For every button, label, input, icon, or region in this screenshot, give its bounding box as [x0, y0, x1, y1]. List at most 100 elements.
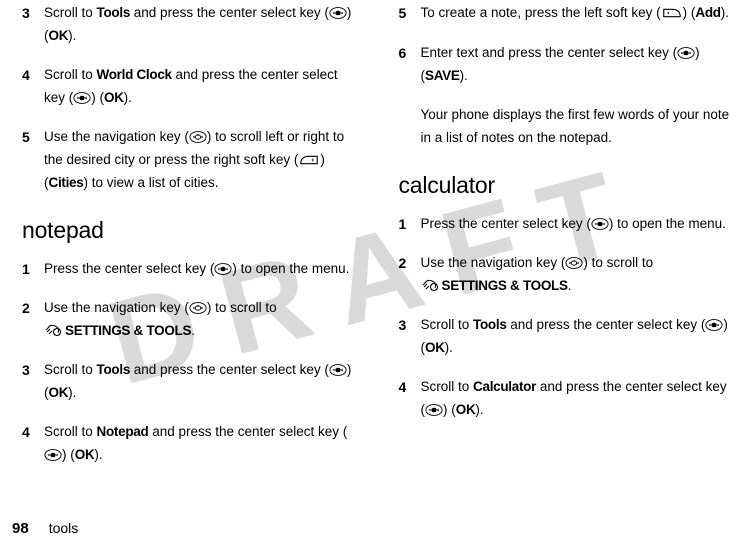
text: and press the center select key ( [130, 362, 329, 377]
step-body: Use the navigation key ( ) to scroll to S… [421, 252, 732, 298]
page-number: 98 [12, 516, 29, 542]
step-number: 2 [399, 252, 421, 298]
step-number: 4 [399, 376, 421, 422]
center-select-key-icon [705, 318, 723, 332]
notepad-label: Notepad [97, 424, 149, 439]
calculator-label: Calculator [473, 379, 536, 394]
text: Scroll to [44, 5, 97, 20]
tools-label: Tools [97, 5, 131, 20]
step-number: 6 [399, 42, 421, 88]
text: Scroll to [421, 317, 474, 332]
step-body: Scroll to Tools and press the center sel… [44, 2, 355, 48]
text: Scroll to [44, 424, 97, 439]
text: . [568, 278, 572, 293]
step-body: Scroll to Notepad and press the center s… [44, 421, 355, 467]
navigation-key-icon [565, 256, 583, 270]
left-soft-key-icon [661, 6, 683, 20]
step-number: 4 [22, 64, 44, 110]
text: ). [721, 5, 729, 20]
step-number: 3 [22, 2, 44, 48]
center-select-key-icon [591, 217, 609, 231]
text: ) ( [683, 5, 696, 20]
ok-label: OK [456, 402, 476, 417]
navigation-key-icon [189, 301, 207, 315]
step-body: Scroll to World Clock and press the cent… [44, 64, 355, 110]
tools-label: Tools [473, 317, 507, 332]
step-body: Enter text and press the center select k… [421, 42, 732, 88]
text: Press the center select key ( [421, 216, 591, 231]
calc-step-2: 2 Use the navigation key ( ) to scroll to… [399, 252, 732, 298]
text: ) to view a list of cities. [83, 175, 218, 190]
calc-step-1: 1 Press the center select key ( ) to open… [399, 213, 732, 237]
step-number: 3 [22, 359, 44, 405]
save-label: SAVE [425, 68, 460, 83]
step-body: Press the center select key ( ) to open t… [421, 213, 732, 237]
page-footer: 98 tools [0, 516, 753, 542]
step-number: 5 [399, 2, 421, 26]
text: Scroll to [44, 67, 97, 82]
step-5: 5 Use the navigation key () to scroll le… [22, 126, 355, 195]
text: ) to scroll to [583, 255, 653, 270]
step-body: Scroll to Tools and press the center sel… [421, 314, 732, 360]
center-select-key-icon [73, 91, 91, 105]
text: Use the navigation key ( [421, 255, 566, 270]
step-number: 5 [22, 126, 44, 195]
settings-tools-icon [421, 277, 439, 293]
ok-label: OK [49, 28, 69, 43]
center-select-key-icon [677, 46, 695, 60]
text: ) ( [91, 90, 104, 105]
text: Enter text and press the center select k… [421, 45, 678, 60]
left-column: 3 Scroll to Tools and press the center s… [22, 2, 355, 490]
step-body: To create a note, press the left soft ke… [421, 2, 732, 26]
step-number: 1 [399, 213, 421, 237]
center-select-key-icon [44, 448, 62, 462]
calculator-heading: calculator [399, 166, 732, 205]
text: ) to open the menu. [609, 216, 726, 231]
text: Press the center select key ( [44, 261, 214, 276]
text: . [191, 323, 195, 338]
center-select-key-icon [329, 363, 347, 377]
text: ). [445, 340, 453, 355]
navigation-key-icon [189, 130, 207, 144]
step-5-right: 5 To create a note, press the left soft … [399, 2, 732, 26]
text: Scroll to [421, 379, 474, 394]
text: ) ( [443, 402, 456, 417]
calc-step-4: 4 Scroll to Calculator and press the cen… [399, 376, 732, 422]
text: ). [68, 385, 76, 400]
step-6-right: 6 Enter text and press the center select… [399, 42, 732, 88]
ok-label: OK [49, 385, 69, 400]
center-select-key-icon [329, 6, 347, 20]
step-body: Scroll to Calculator and press the cente… [421, 376, 732, 422]
text: and press the center select key ( [130, 5, 329, 20]
step-body: Press the center select key ( ) to open t… [44, 258, 355, 282]
text: ). [124, 90, 132, 105]
calc-step-3: 3 Scroll to Tools and press the center s… [399, 314, 732, 360]
add-label: Add [695, 5, 720, 20]
right-column: 5 To create a note, press the left soft … [399, 2, 732, 490]
right-soft-key-icon [298, 153, 320, 167]
center-select-key-icon [425, 403, 443, 417]
text: Use the navigation key ( [44, 300, 189, 315]
footer-section: tools [49, 517, 79, 541]
step-3: 3 Scroll to Tools and press the center s… [22, 2, 355, 48]
step-number: 4 [22, 421, 44, 467]
text: ). [475, 402, 483, 417]
notepad-heading: notepad [22, 211, 355, 250]
center-select-key-icon [214, 262, 232, 276]
ok-label: OK [425, 340, 445, 355]
step-body: Use the navigation key () to scroll left… [44, 126, 355, 195]
settings-tools-label: SETTINGS & TOOLS [442, 278, 568, 293]
settings-tools-icon [44, 322, 62, 338]
text: ) to scroll to [207, 300, 277, 315]
text: and press the center select key ( [507, 317, 706, 332]
text: ). [94, 447, 102, 462]
step-body: Use the navigation key ( ) to scroll to S… [44, 297, 355, 343]
text: ). [460, 68, 468, 83]
step-number: 3 [399, 314, 421, 360]
settings-tools-label: SETTINGS & TOOLS [65, 323, 191, 338]
notepad-step-2: 2 Use the navigation key () to scroll to… [22, 297, 355, 343]
notepad-step-3: 3 Scroll to Tools and press the center s… [22, 359, 355, 405]
notepad-step-1: 1 Press the center select key () to open… [22, 258, 355, 282]
text: ) to open the menu. [232, 261, 349, 276]
ok-label: OK [75, 447, 95, 462]
